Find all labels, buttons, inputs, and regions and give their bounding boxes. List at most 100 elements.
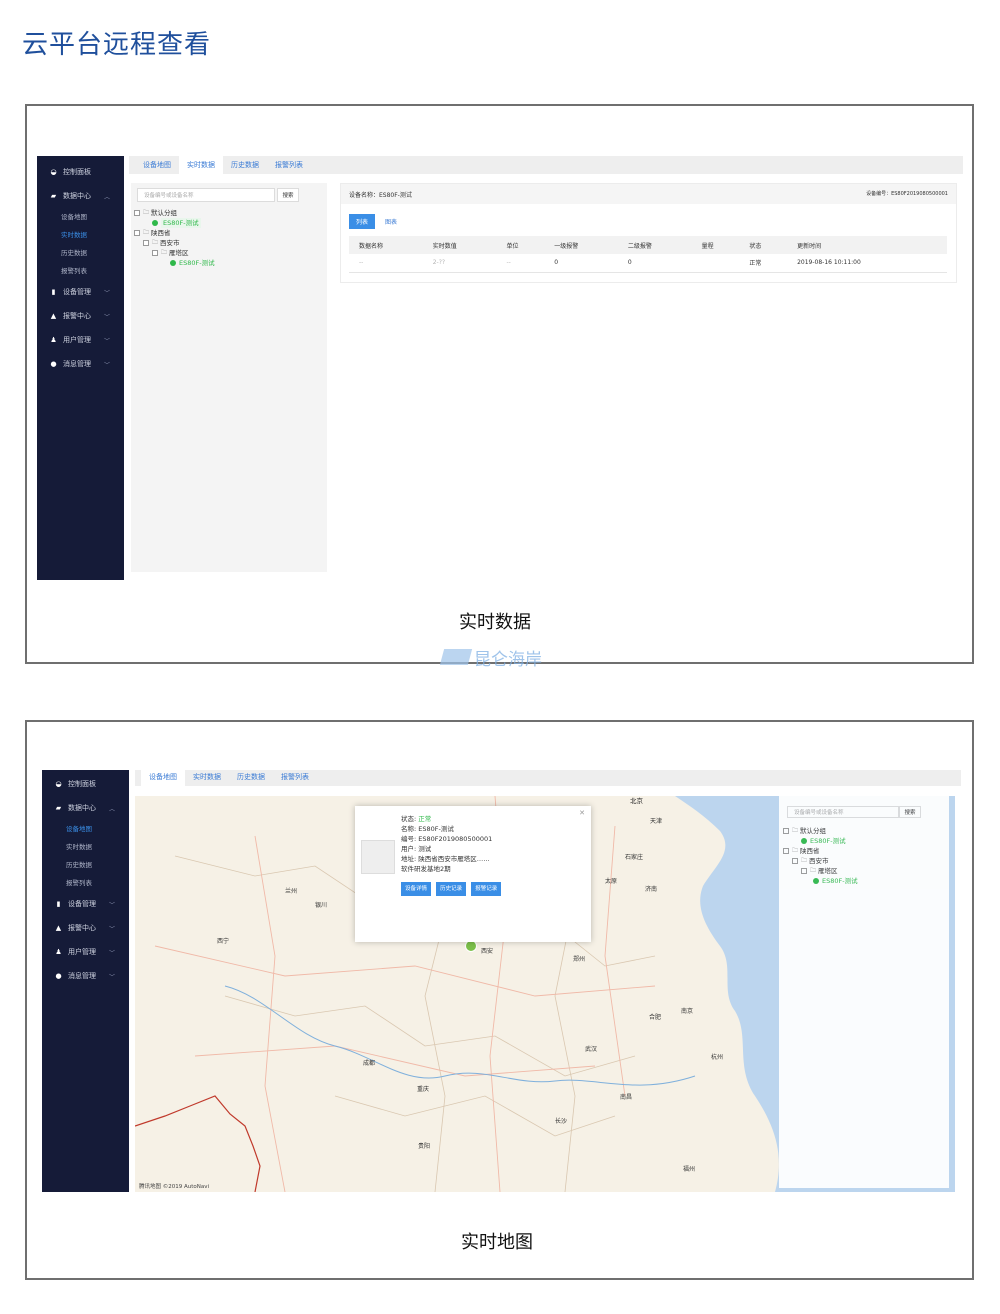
folder-icon: 🗀 <box>792 827 799 834</box>
sidebar-subitem-history[interactable]: 历史数据 <box>42 856 129 874</box>
tree-node-province[interactable]: 🗀 陕西省 <box>783 846 858 856</box>
folder-icon: 🗀 <box>152 239 159 246</box>
map-label: 长沙 <box>555 1118 568 1125</box>
table-cell: 0 <box>544 254 618 273</box>
map-label: 南昌 <box>620 1094 633 1101</box>
device-search-button[interactable]: 搜索 <box>277 188 299 202</box>
tree-node-device[interactable]: ES80F-测试 <box>134 218 215 228</box>
sidebar-item-user-mgmt[interactable]: ♟ 用户管理 ﹀ <box>42 940 129 964</box>
device-search-button[interactable]: 搜索 <box>899 806 921 818</box>
tab-alarm-list[interactable]: 报警列表 <box>267 156 311 174</box>
message-icon: ● <box>50 360 57 368</box>
popup-details: 状态: 正常 名称: ES80F-测试 编号: ES80F20190805000… <box>401 814 504 896</box>
sidebar-subitem-alarms[interactable]: 报警列表 <box>37 262 124 280</box>
folder-icon: 🗀 <box>810 867 817 874</box>
device-search-input[interactable]: 设备编号或设备名称 <box>787 806 899 818</box>
map-icon: ▰ <box>50 192 57 200</box>
tab-history-data[interactable]: 历史数据 <box>223 156 267 174</box>
sidebar-item-message-mgmt[interactable]: ● 消息管理 ﹀ <box>37 352 124 376</box>
sidebar: ◒ 控制面板 ▰ 数据中心 ︿ 设备地图 实时数据 历史数据 报警列表 ▮ 设备… <box>37 156 124 580</box>
device-info-popup: ✕ 状态: 正常 名称: ES80F-测试 编号: ES80F201908050… <box>355 806 591 942</box>
tree-node-default-group[interactable]: 🗀 默认分组 <box>783 826 858 836</box>
device-map[interactable]: ✕ 状态: 正常 名称: ES80F-测试 编号: ES80F201908050… <box>135 796 955 1192</box>
device-search-input[interactable]: 设备编号或设备名称 <box>137 188 275 202</box>
sidebar-item-device-mgmt[interactable]: ▮ 设备管理 ﹀ <box>37 280 124 304</box>
tree-node-device[interactable]: ES80F-测试 <box>134 258 215 268</box>
tree-node-district[interactable]: 🗀 雁塔区 <box>783 866 858 876</box>
folder-icon: 🗀 <box>792 847 799 854</box>
sidebar-subitem-alarms[interactable]: 报警列表 <box>42 874 129 892</box>
map-device-tree-panel: 设备编号或设备名称 搜索 🗀 默认分组 ES80F-测试 🗀 陕西省 🗀 西安市 🗀 雁… <box>779 796 949 1188</box>
checkbox[interactable] <box>134 230 140 236</box>
sidebar-item-dashboard[interactable]: ◒ 控制面板 <box>37 160 124 184</box>
device-icon: ▮ <box>51 288 56 296</box>
sidebar-subitem-device-map[interactable]: 设备地图 <box>37 208 124 226</box>
checkbox[interactable] <box>143 240 149 246</box>
tree-node-device[interactable]: ES80F-测试 <box>783 876 858 886</box>
online-status-icon <box>801 838 807 844</box>
alarm-record-button[interactable]: 报警记录 <box>471 882 502 896</box>
sidebar-item-user-mgmt[interactable]: ♟ 用户管理 ﹀ <box>37 328 124 352</box>
tab-history-data[interactable]: 历史数据 <box>229 768 273 786</box>
history-record-button[interactable]: 历史记录 <box>436 882 467 896</box>
tab-realtime-data[interactable]: 实时数据 <box>179 156 223 174</box>
map-attribution: 腾讯地图 ©2019 AutoNavi <box>139 1184 210 1190</box>
popup-status: 状态: 正常 <box>401 815 432 823</box>
tree-node-default-group[interactable]: 🗀 默认分组 <box>134 208 215 218</box>
tree-node-city[interactable]: 🗀 西安市 <box>134 238 215 248</box>
message-icon: ● <box>55 972 62 980</box>
view-tab-list[interactable]: 列表 <box>349 214 376 229</box>
sidebar-item-data-center[interactable]: ▰ 数据中心 ︿ <box>37 184 124 208</box>
map-label: 成都 <box>363 1060 376 1067</box>
map-label: 天津 <box>650 818 663 825</box>
tree-node-province[interactable]: 🗀 陕西省 <box>134 228 215 238</box>
sidebar-item-message-mgmt[interactable]: ● 消息管理 ﹀ <box>42 964 129 988</box>
map-label: 武汉 <box>585 1046 598 1053</box>
map-label: 太原 <box>605 878 618 885</box>
sidebar-subitem-realtime[interactable]: 实时数据 <box>37 226 124 244</box>
close-icon[interactable]: ✕ <box>579 809 585 817</box>
tree-node-device[interactable]: ES80F-测试 <box>783 836 858 846</box>
folder-icon: 🗀 <box>161 249 168 256</box>
tab-device-map[interactable]: 设备地图 <box>141 768 185 786</box>
sidebar-item-alarm-center[interactable]: ▲ 报警中心 ﹀ <box>37 304 124 328</box>
sidebar-subitem-device-map[interactable]: 设备地图 <box>42 820 129 838</box>
checkbox[interactable] <box>801 868 807 874</box>
table-cell: -- <box>496 254 545 273</box>
sidebar-item-device-mgmt[interactable]: ▮ 设备管理 ﹀ <box>42 892 129 916</box>
sidebar-item-dashboard[interactable]: ◒ 控制面板 <box>42 772 129 796</box>
tab-device-map[interactable]: 设备地图 <box>135 156 179 174</box>
river <box>224 985 696 1086</box>
view-tab-chart[interactable]: 图表 <box>385 217 397 226</box>
realtime-panel: 设备名称：ES80F-测试 设备编号：ES80F2019080500001 列表… <box>340 183 957 283</box>
table-cell: 正常 <box>739 254 788 273</box>
map-label: 杭州 <box>711 1054 724 1061</box>
tree-node-city[interactable]: 🗀 西安市 <box>783 856 858 866</box>
checkbox[interactable] <box>152 250 158 256</box>
column-header: 更新时间 <box>787 236 947 254</box>
checkbox[interactable] <box>783 828 789 834</box>
realtime-table: 数据名称 实时数值 单位 一级报警 二级报警 量程 状态 更新时间 -- 2-?… <box>349 236 947 273</box>
sidebar: ◒ 控制面板 ▰ 数据中心 ︿ 设备地图 实时数据 历史数据 报警列表 ▮ 设备… <box>42 770 129 1192</box>
sidebar-item-alarm-center[interactable]: ▲ 报警中心 ﹀ <box>42 916 129 940</box>
table-row[interactable]: -- 2-?? -- 0 0 正常 2019-08-16 10:11:00 <box>349 254 947 273</box>
sidebar-subitem-history[interactable]: 历史数据 <box>37 244 124 262</box>
sidebar-subitem-realtime[interactable]: 实时数据 <box>42 838 129 856</box>
tree-node-district[interactable]: 🗀 雁塔区 <box>134 248 215 258</box>
alarm-icon: ▲ <box>55 924 62 932</box>
folder-icon: 🗀 <box>801 857 808 864</box>
tab-realtime-data[interactable]: 实时数据 <box>185 768 229 786</box>
device-detail-button[interactable]: 设备详情 <box>401 882 432 896</box>
chevron-down-icon: ﹀ <box>108 901 115 909</box>
popup-address: 地址: 陕西省西安市雁塔区…… <box>401 855 490 863</box>
tab-alarm-list[interactable]: 报警列表 <box>273 768 317 786</box>
table-cell: 2-?? <box>422 254 497 273</box>
checkbox[interactable] <box>792 858 798 864</box>
checkbox[interactable] <box>783 848 789 854</box>
dashboard-icon: ◒ <box>55 780 62 788</box>
sidebar-item-data-center[interactable]: ▰ 数据中心 ︿ <box>42 796 129 820</box>
tab-bar: 设备地图 实时数据 历史数据 报警列表 <box>129 156 963 174</box>
device-thumbnail <box>361 840 395 874</box>
checkbox[interactable] <box>134 210 140 216</box>
column-header: 二级报警 <box>617 236 692 254</box>
